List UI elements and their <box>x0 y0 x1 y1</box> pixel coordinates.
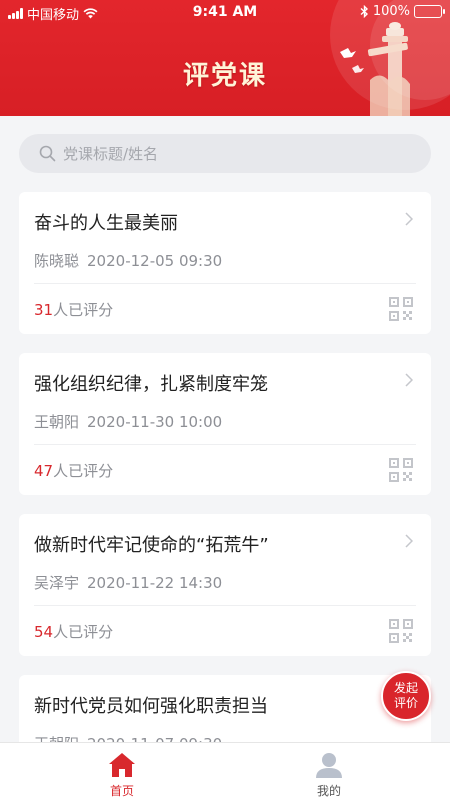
tab-mine-label: 我的 <box>316 784 341 798</box>
rating-count: 54人已评分 <box>34 621 113 642</box>
course-author: 吴泽宇 <box>34 574 80 592</box>
qr-code-icon[interactable] <box>388 296 414 322</box>
rating-count-number: 47 <box>34 462 54 480</box>
divider <box>34 605 416 606</box>
header: 中国移动 9:41 AM 100% 评党课 <box>0 0 450 116</box>
rating-count-label: 人已评分 <box>53 623 114 641</box>
search-input[interactable]: 党课标题/姓名 <box>19 134 431 173</box>
course-title: 新时代党员如何强化职责担当 <box>34 696 268 717</box>
chevron-right-icon <box>405 373 413 387</box>
tab-home-label: 首页 <box>109 784 134 798</box>
battery-icon <box>414 5 445 18</box>
course-meta: 吴泽宇 2020-11-22 14:30 <box>34 572 222 593</box>
course-title: 做新时代牢记使命的“拓荒牛” <box>34 535 269 556</box>
fab-label-line2: 评价 <box>393 696 418 710</box>
rating-count-number: 31 <box>34 301 54 319</box>
tab-mine[interactable]: 我的 <box>269 743 389 800</box>
divider <box>34 283 416 284</box>
tab-home[interactable]: 首页 <box>62 743 182 800</box>
course-card[interactable]: 强化组织纪律，扎紧制度牢笼 王朝阳 2020-11-30 10:00 47人已评分 <box>19 353 431 495</box>
course-meta: 陈晓聪 2020-12-05 09:30 <box>34 250 222 271</box>
course-date: 2020-11-22 14:30 <box>87 574 223 592</box>
course-card[interactable]: 做新时代牢记使命的“拓荒牛” 吴泽宇 2020-11-22 14:30 54人已评… <box>19 514 431 656</box>
chevron-right-icon <box>405 212 413 226</box>
page-title: 评党课 <box>182 61 267 91</box>
rating-count-number: 54 <box>34 623 54 641</box>
start-evaluation-button[interactable]: 发起 评价 <box>381 671 431 721</box>
chevron-right-icon <box>405 534 413 548</box>
course-author: 陈晓聪 <box>34 252 80 270</box>
course-date: 2020-12-05 09:30 <box>87 252 223 270</box>
course-title: 奋斗的人生最美丽 <box>34 213 178 234</box>
course-title: 强化组织纪律，扎紧制度牢笼 <box>34 374 268 395</box>
search-placeholder: 党课标题/姓名 <box>63 145 159 163</box>
qr-code-icon[interactable] <box>388 618 414 644</box>
course-meta: 王朝阳 2020-11-30 10:00 <box>34 411 222 432</box>
user-icon <box>316 753 342 778</box>
course-date: 2020-11-30 10:00 <box>87 413 223 431</box>
rating-count: 47人已评分 <box>34 460 113 481</box>
tab-bar: 首页 我的 <box>0 742 450 800</box>
rating-count-label: 人已评分 <box>53 301 114 319</box>
search-icon <box>39 145 56 162</box>
divider <box>34 444 416 445</box>
fab-label-line1: 发起 <box>393 681 418 695</box>
rating-count: 31人已评分 <box>34 299 113 320</box>
battery-percent: 100% <box>372 4 410 19</box>
course-author: 王朝阳 <box>34 413 80 431</box>
home-icon <box>109 753 135 777</box>
bluetooth-icon <box>360 5 368 18</box>
status-bar: 中国移动 9:41 AM 100% <box>0 0 450 26</box>
qr-code-icon[interactable] <box>388 457 414 483</box>
rating-count-label: 人已评分 <box>53 462 114 480</box>
course-card[interactable]: 奋斗的人生最美丽 陈晓聪 2020-12-05 09:30 31人已评分 <box>19 192 431 334</box>
